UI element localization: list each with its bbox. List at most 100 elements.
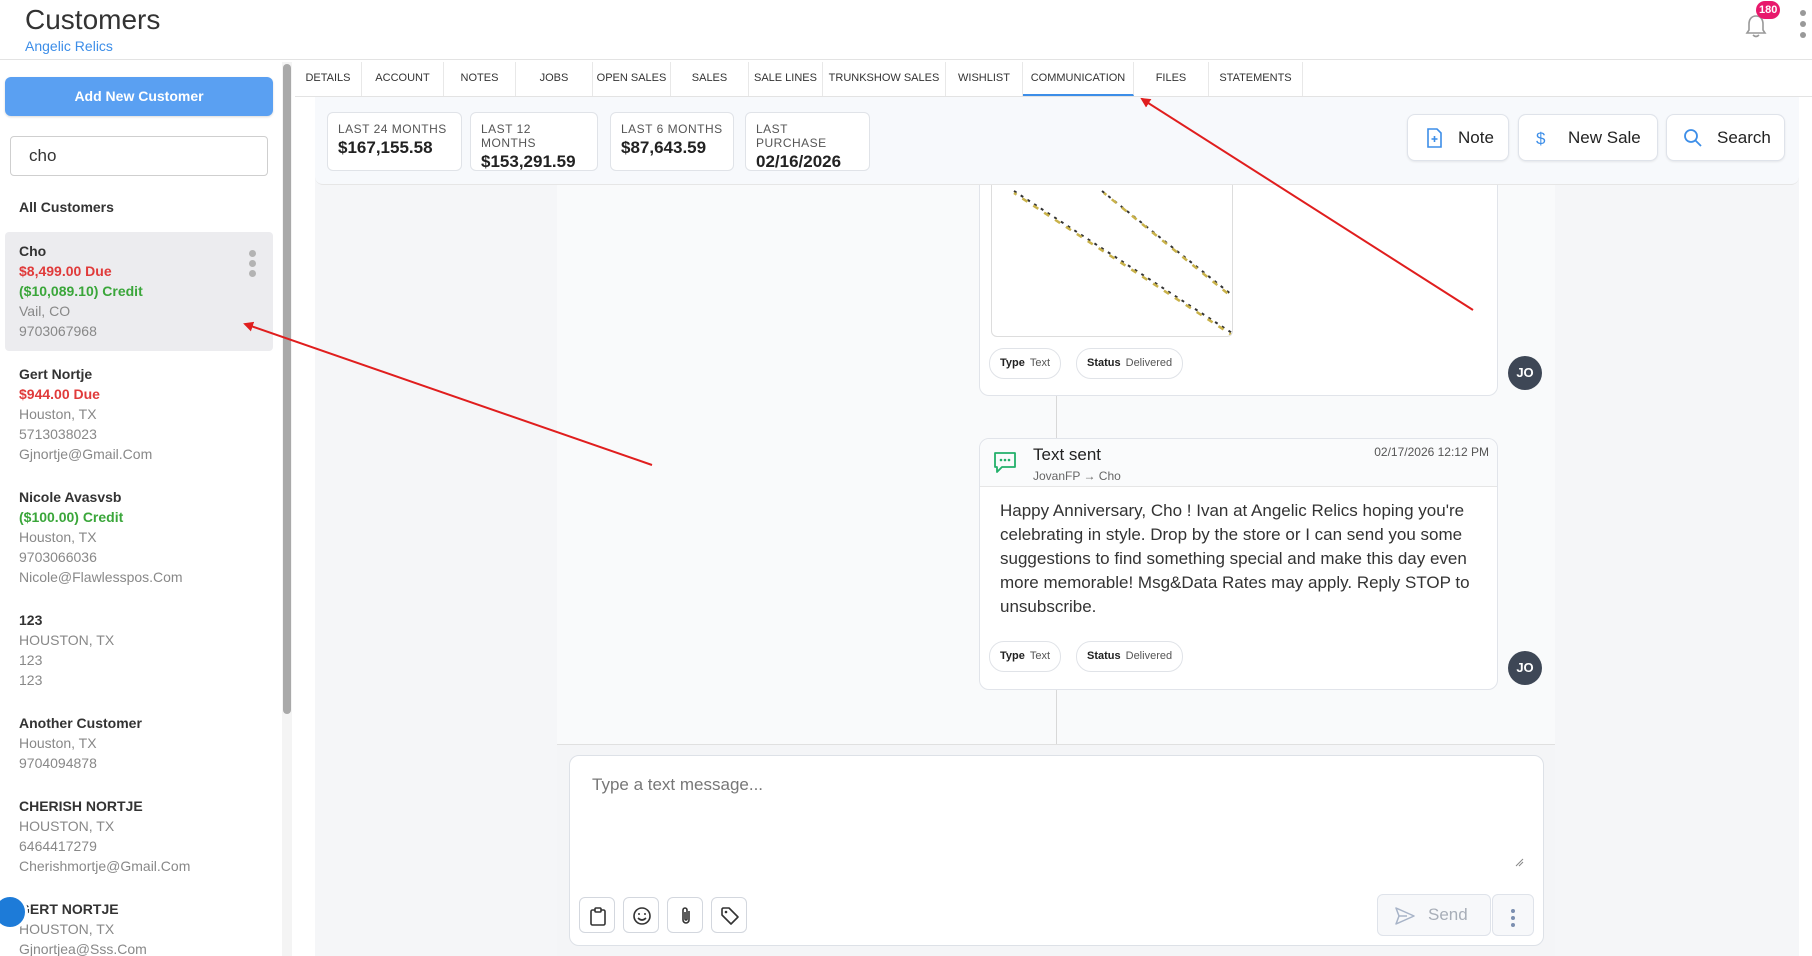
customer-phone: 123 bbox=[19, 652, 43, 668]
sender-avatar: JO bbox=[1508, 651, 1542, 685]
customer-name: Another Customer bbox=[19, 715, 142, 731]
message-type-chip: Type Text bbox=[989, 348, 1062, 379]
customer-location: Houston, TX bbox=[19, 735, 97, 751]
stat-value: $87,643.59 bbox=[621, 138, 707, 157]
paperclip-icon bbox=[682, 907, 690, 924]
message-status-chip: Status Delivered bbox=[1076, 641, 1184, 672]
add-note-icon bbox=[1427, 128, 1442, 148]
resize-handle-icon[interactable] bbox=[1514, 857, 1524, 867]
customer-email: Gjnortje@Gmail.Com bbox=[19, 446, 153, 462]
stat-label: LAST 24 MONTHS bbox=[338, 122, 447, 136]
customer-name: Gert Nortje bbox=[19, 366, 93, 382]
send-options-button[interactable] bbox=[1492, 894, 1534, 936]
notification-count-badge: 180 bbox=[1756, 1, 1781, 19]
stat-value: 02/16/2026 bbox=[756, 152, 842, 171]
send-icon bbox=[1395, 907, 1415, 925]
tab-wishlist[interactable]: WISHLIST bbox=[946, 62, 1023, 96]
sender-avatar: JO bbox=[1508, 356, 1542, 390]
tag-button[interactable] bbox=[711, 897, 747, 933]
customer-credit: ($10,089.10) Credit bbox=[19, 283, 143, 299]
add-new-customer-button[interactable]: Add New Customer bbox=[5, 77, 273, 116]
message-status-chip: Status Delivered bbox=[1076, 348, 1184, 379]
store-name[interactable]: Angelic Relics bbox=[25, 38, 113, 54]
tab-open-sales[interactable]: OPEN SALES bbox=[593, 62, 671, 96]
emoji-icon bbox=[633, 907, 651, 925]
tab-statements[interactable]: STATEMENTS bbox=[1209, 62, 1303, 96]
customer-name: 123 bbox=[19, 612, 43, 628]
tab-notes[interactable]: NOTES bbox=[444, 62, 516, 96]
message-type-chip: Type Text bbox=[989, 641, 1062, 672]
customer-phone: 9704094878 bbox=[19, 755, 97, 771]
tag-icon bbox=[721, 907, 739, 925]
message-input[interactable]: Type a text message... bbox=[592, 775, 1522, 815]
customer-location: Vail, CO bbox=[19, 303, 71, 319]
search-button-label: Search bbox=[1717, 128, 1771, 147]
customer-email: Nicole@Flawlesspos.Com bbox=[19, 569, 183, 585]
new-sale-button[interactable]: $ New Sale bbox=[1518, 114, 1658, 161]
customer-item-cho[interactable]: Cho $8,499.00 Due ($10,089.10) Credit Va… bbox=[5, 232, 273, 351]
sms-icon bbox=[994, 452, 1016, 473]
tab-trunkshow-sales[interactable]: TRUNKSHOW SALES bbox=[823, 62, 946, 96]
tab-sale-lines[interactable]: SALE LINES bbox=[749, 62, 823, 96]
send-button-label: Send bbox=[1428, 905, 1468, 924]
tab-details[interactable]: DETAILS bbox=[295, 62, 362, 96]
customer-due: $8,499.00 Due bbox=[19, 263, 112, 279]
stat-label: LAST 6 MONTHS bbox=[621, 122, 723, 136]
message-body: Happy Anniversary, Cho ! Ivan at Angelic… bbox=[1000, 501, 1470, 616]
message-timestamp: 02/17/2026 12:12 PM bbox=[1374, 445, 1489, 459]
customer-item-nicole-avasvsb[interactable]: Nicole Avasvsb ($100.00) Credit Houston,… bbox=[5, 478, 273, 597]
clipboard-icon bbox=[590, 907, 606, 926]
customer-name: GERT NORTJE bbox=[19, 901, 119, 917]
search-icon bbox=[1684, 129, 1702, 147]
stat-value: $153,291.59 bbox=[481, 152, 576, 171]
customer-location: Houston, TX bbox=[19, 529, 97, 545]
customer-item-another-customer[interactable]: Another Customer Houston, TX 9704094878 bbox=[5, 704, 273, 783]
customer-name: Nicole Avasvsb bbox=[19, 489, 122, 505]
customer-phone: 9703067968 bbox=[19, 323, 97, 339]
customer-list: Cho $8,499.00 Due ($10,089.10) Credit Va… bbox=[5, 232, 273, 956]
customer-menu-icon[interactable] bbox=[249, 250, 257, 280]
dollar-icon: $ bbox=[1536, 129, 1546, 148]
customer-location: HOUSTON, TX bbox=[19, 921, 115, 937]
customer-name: CHERISH NORTJE bbox=[19, 798, 143, 814]
stat-last-24-months: LAST 24 MONTHS $167,155.58 bbox=[327, 112, 462, 171]
customer-item-123[interactable]: 123 HOUSTON, TX 123 123 bbox=[5, 601, 273, 700]
sidebar-scrollbar-thumb[interactable] bbox=[283, 64, 291, 714]
tab-jobs[interactable]: JOBS bbox=[516, 62, 593, 96]
customer-phone: 6464417279 bbox=[19, 838, 97, 854]
stat-value: $167,155.58 bbox=[338, 138, 433, 157]
customer-name: Cho bbox=[19, 243, 47, 259]
note-button[interactable]: Note bbox=[1407, 114, 1509, 161]
stat-last-12-months: LAST 12 MONTHS $153,291.59 bbox=[470, 112, 598, 171]
send-button[interactable]: Send bbox=[1377, 894, 1491, 936]
all-customers-heading[interactable]: All Customers bbox=[19, 199, 114, 215]
customer-item-gert-nortje[interactable]: Gert Nortje $944.00 Due Houston, TX 5713… bbox=[5, 355, 273, 474]
top-header: Customers Angelic Relics 180 bbox=[0, 0, 1812, 60]
attach-button[interactable] bbox=[667, 897, 703, 933]
stat-label: LAST 12 MONTHS bbox=[481, 122, 536, 150]
customer-phone: 5713038023 bbox=[19, 426, 97, 442]
tab-communication[interactable]: COMMUNICATION bbox=[1023, 62, 1134, 96]
more-options-icon[interactable] bbox=[1797, 10, 1809, 42]
stat-label: LAST PURCHASE bbox=[756, 122, 827, 150]
emoji-button[interactable] bbox=[623, 897, 659, 933]
customer-item-gert-nortje-2[interactable]: GERT NORTJE HOUSTON, TX Gjnortjea@Sss.Co… bbox=[5, 890, 273, 956]
tab-sales[interactable]: SALES bbox=[671, 62, 749, 96]
customer-phone: 9703066036 bbox=[19, 549, 97, 565]
customer-search-input[interactable]: cho bbox=[10, 136, 268, 176]
new-sale-button-label: New Sale bbox=[1568, 128, 1641, 147]
clipboard-button[interactable] bbox=[579, 897, 615, 933]
customer-item-cherish-nortje[interactable]: CHERISH NORTJE HOUSTON, TX 6464417279 Ch… bbox=[5, 787, 273, 886]
customer-email: Cherishmortje@Gmail.Com bbox=[19, 858, 191, 874]
tab-files[interactable]: FILES bbox=[1134, 62, 1209, 96]
customer-due: $944.00 Due bbox=[19, 386, 100, 402]
tab-account[interactable]: ACCOUNT bbox=[362, 62, 444, 96]
stat-last-purchase: LAST PURCHASE 02/16/2026 bbox=[745, 112, 870, 171]
svg-text:$: $ bbox=[1536, 129, 1546, 148]
customer-sidebar: Add New Customer cho All Customers Cho $… bbox=[0, 62, 292, 956]
message-route: JovanFP → Cho bbox=[1033, 469, 1121, 483]
search-button[interactable]: Search bbox=[1666, 114, 1785, 161]
app-root: Customers Angelic Relics 180 Add New Cus… bbox=[0, 0, 1812, 956]
message-image-chain[interactable] bbox=[991, 185, 1233, 337]
note-button-label: Note bbox=[1458, 128, 1494, 147]
